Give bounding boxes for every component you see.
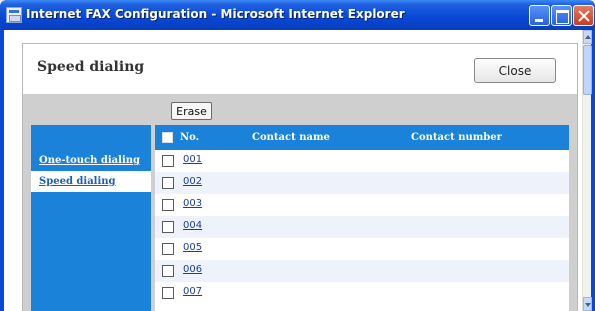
table-header: No. Contact name Contact number bbox=[155, 125, 569, 150]
close-button[interactable]: Close bbox=[474, 58, 556, 83]
table-row: 006 bbox=[155, 260, 569, 282]
row-checkbox[interactable] bbox=[162, 177, 174, 189]
row-checkbox[interactable] bbox=[162, 199, 174, 211]
entry-link[interactable]: 002 bbox=[183, 176, 202, 187]
table-row: 005 bbox=[155, 238, 569, 260]
column-header-contact-name: Contact name bbox=[252, 132, 330, 143]
row-checkbox[interactable] bbox=[162, 221, 174, 233]
sidebar-item-speed-dialing[interactable]: Speed dialing bbox=[31, 171, 151, 192]
entry-link[interactable]: 007 bbox=[183, 286, 202, 297]
table-row: 002 bbox=[155, 172, 569, 194]
row-checkbox[interactable] bbox=[162, 287, 174, 299]
vertical-scrollbar[interactable] bbox=[582, 30, 592, 311]
entry-link[interactable]: 003 bbox=[183, 198, 202, 209]
sidebar-item-one-touch-dialing[interactable]: One-touch dialing bbox=[31, 150, 151, 171]
column-header-no: No. bbox=[180, 132, 200, 143]
panel-header: Speed dialing Close bbox=[23, 44, 577, 94]
row-checkbox[interactable] bbox=[162, 155, 174, 167]
scroll-up-arrow-icon[interactable] bbox=[583, 30, 592, 44]
internet-explorer-icon bbox=[6, 7, 22, 23]
table-row: 001 bbox=[155, 150, 569, 172]
close-window-button[interactable] bbox=[573, 5, 594, 26]
row-checkbox[interactable] bbox=[162, 265, 174, 277]
table-row: 003 bbox=[155, 194, 569, 216]
scrollbar-thumb[interactable] bbox=[583, 45, 592, 95]
column-header-contact-number: Contact number bbox=[411, 132, 502, 143]
scroll-down-arrow-icon[interactable] bbox=[583, 297, 592, 311]
select-all-checkbox[interactable] bbox=[162, 132, 173, 143]
content-area: Erase One-touch dialing Speed dialing No… bbox=[23, 94, 577, 311]
entry-link[interactable]: 005 bbox=[183, 242, 202, 253]
table-row: 004 bbox=[155, 216, 569, 238]
sidebar: One-touch dialing Speed dialing bbox=[31, 125, 151, 311]
entry-link[interactable]: 006 bbox=[183, 264, 202, 275]
entry-link[interactable]: 004 bbox=[183, 220, 202, 231]
window-title: Internet FAX Configuration - Microsoft I… bbox=[26, 7, 405, 21]
table-row: 007 bbox=[155, 282, 569, 304]
entry-link[interactable]: 001 bbox=[183, 154, 202, 165]
erase-button[interactable]: Erase bbox=[171, 102, 212, 120]
speed-dial-panel: Speed dialing Close Erase One-touch dial… bbox=[22, 43, 578, 311]
page-content: Speed dialing Close Erase One-touch dial… bbox=[4, 30, 582, 311]
maximize-button[interactable] bbox=[551, 5, 572, 26]
row-checkbox[interactable] bbox=[162, 243, 174, 255]
page-title: Speed dialing bbox=[37, 59, 145, 75]
window-title-bar: Internet FAX Configuration - Microsoft I… bbox=[0, 0, 595, 30]
minimize-button[interactable] bbox=[529, 5, 550, 26]
speed-dial-table: No. Contact name Contact number 001 002 … bbox=[155, 125, 569, 311]
